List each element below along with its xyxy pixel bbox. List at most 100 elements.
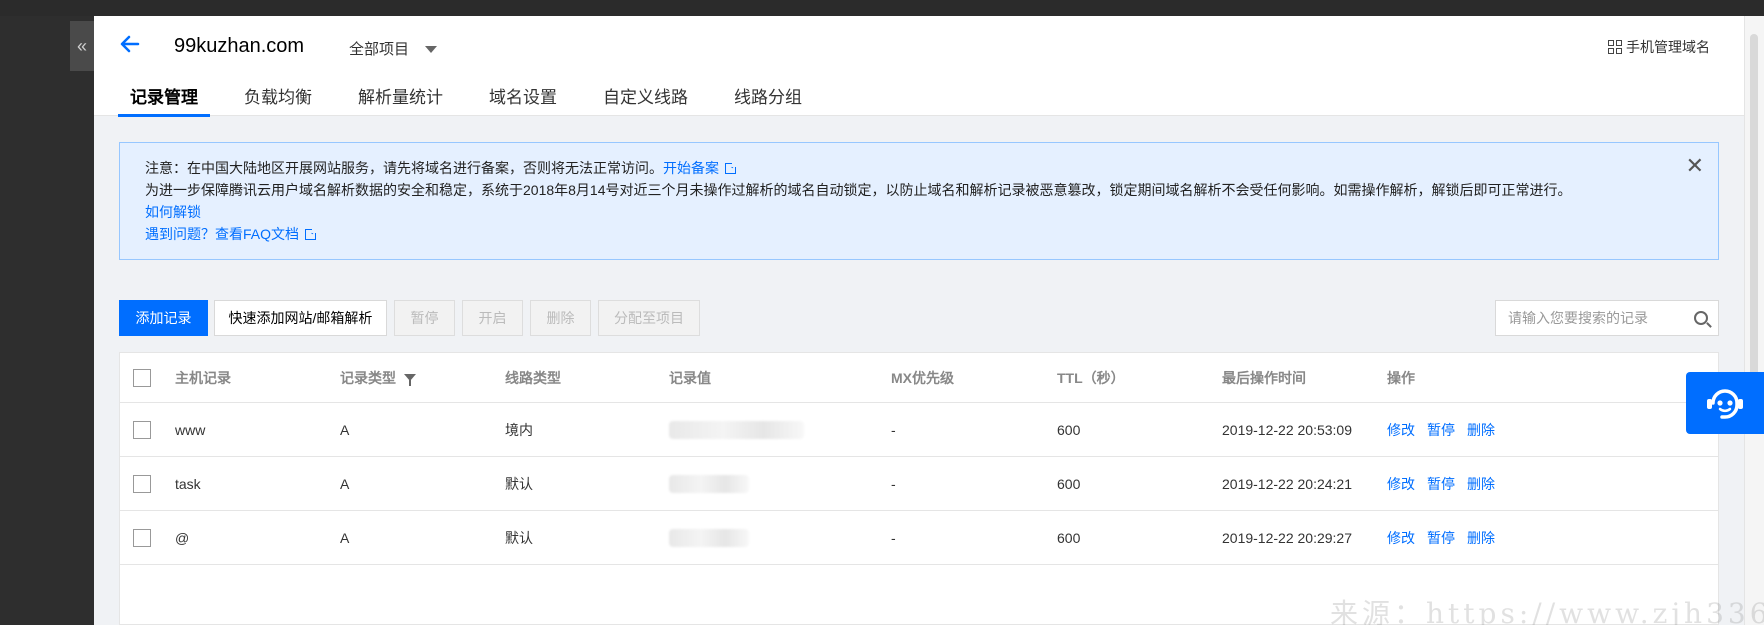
cell-mx: - [891, 529, 896, 546]
blurred-value [669, 528, 749, 547]
top-bar [0, 0, 1764, 16]
col-value: 记录值 [669, 369, 711, 386]
cell-line: 默认 [505, 475, 533, 492]
cell-type: A [340, 475, 350, 492]
cell-time: 2019-12-22 20:29:27 [1222, 529, 1352, 546]
delete-link[interactable]: 删除 [1467, 528, 1495, 548]
pause-button[interactable]: 暂停 [394, 300, 455, 336]
cell-value [669, 457, 749, 510]
delete-link[interactable]: 删除 [1467, 420, 1495, 440]
left-sidebar [0, 16, 94, 625]
filter-icon[interactable] [404, 374, 416, 386]
col-type-label: 记录类型 [340, 369, 396, 386]
delete-button[interactable]: 删除 [530, 300, 591, 336]
quick-add-button[interactable]: 快速添加网站/邮箱解析 [214, 300, 387, 336]
notice-text-1: 注意：在中国大陆地区开展网站服务，请先将域名进行备案，否则将无法正常访问。 [145, 160, 663, 176]
cell-ops: 修改 暂停 删除 [1387, 403, 1495, 456]
cell-type: A [340, 421, 350, 438]
cell-time: 2019-12-22 20:24:21 [1222, 475, 1352, 492]
col-line: 线路类型 [505, 369, 561, 386]
tab-custom-line[interactable]: 自定义线路 [591, 84, 700, 116]
table-row: www A 境内 - 600 2019-12-22 20:53:09 修改 暂停… [120, 403, 1718, 457]
cell-host: @ [175, 529, 190, 546]
row-checkbox[interactable] [133, 528, 151, 547]
pause-link[interactable]: 暂停 [1427, 420, 1455, 440]
tab-load-balance[interactable]: 负载均衡 [232, 84, 324, 116]
edit-link[interactable]: 修改 [1387, 474, 1415, 494]
delete-link[interactable]: 删除 [1467, 474, 1495, 494]
page-header: 99kuzhan.com 全部项目 手机管理域名 记录管理 负载均衡 解析量统计… [94, 16, 1744, 117]
blurred-value [669, 474, 749, 493]
add-record-button[interactable]: 添加记录 [119, 300, 208, 336]
notice-line-2: 为进一步保障腾讯云用户域名解析数据的安全和稳定，系统于2018年8月14号对近三… [145, 182, 1572, 198]
cell-host: task [175, 475, 201, 492]
cell-time: 2019-12-22 20:53:09 [1222, 421, 1352, 438]
cell-host: www [175, 421, 206, 438]
cell-type: A [340, 529, 350, 546]
table-header: 主机记录 记录类型 线路类型 记录值 MX优先级 TTL（秒） 最后操作时间 操… [120, 353, 1718, 403]
cell-value [669, 403, 804, 456]
cell-line: 境内 [505, 421, 533, 438]
tab-line-group[interactable]: 线路分组 [722, 84, 814, 116]
robot-face-icon [1707, 389, 1743, 419]
mobile-manage-link[interactable]: 手机管理域名 [1608, 37, 1710, 57]
collapse-sidebar-button[interactable]: « [70, 21, 94, 71]
row-checkbox[interactable] [133, 420, 151, 439]
notice-banner: 注意：在中国大陆地区开展网站服务，请先将域名进行备案，否则将无法正常访问。开始备… [119, 142, 1719, 260]
project-label: 全部项目 [349, 41, 410, 58]
table-row: task A 默认 - 600 2019-12-22 20:24:21 修改 暂… [120, 457, 1718, 511]
how-to-unlock-link[interactable]: 如何解锁 [145, 204, 201, 220]
row-checkbox[interactable] [133, 474, 151, 493]
qrcode-icon [1608, 40, 1622, 54]
col-mx: MX优先级 [891, 369, 954, 386]
tab-query-stats[interactable]: 解析量统计 [346, 84, 455, 116]
edit-link[interactable]: 修改 [1387, 420, 1415, 440]
cell-mx: - [891, 475, 896, 492]
tab-record-manage[interactable]: 记录管理 [118, 84, 210, 117]
chevron-down-icon [425, 46, 438, 53]
col-type: 记录类型 [340, 353, 416, 402]
faq-link[interactable]: 遇到问题？查看FAQ文档 [145, 226, 299, 242]
tab-bar: 记录管理 负载均衡 解析量统计 域名设置 自定义线路 线路分组 [118, 84, 836, 117]
cell-ttl: 600 [1057, 475, 1081, 492]
edit-link[interactable]: 修改 [1387, 528, 1415, 548]
select-all-checkbox[interactable] [133, 368, 151, 387]
pause-link[interactable]: 暂停 [1427, 474, 1455, 494]
search-icon[interactable] [1694, 311, 1708, 325]
cell-ttl: 600 [1057, 421, 1081, 438]
external-link-icon [725, 155, 739, 177]
col-time: 最后操作时间 [1222, 369, 1306, 386]
enable-button[interactable]: 开启 [462, 300, 523, 336]
col-ops: 操作 [1387, 369, 1415, 386]
mobile-manage-label: 手机管理域名 [1626, 39, 1710, 55]
col-ttl: TTL（秒） [1057, 369, 1125, 386]
external-link-icon [305, 221, 319, 243]
back-arrow-icon[interactable] [118, 32, 142, 56]
project-select[interactable]: 全部项目 [349, 38, 438, 59]
cell-line: 默认 [505, 529, 533, 546]
col-host: 主机记录 [175, 369, 231, 386]
search-box [1495, 300, 1719, 336]
cell-ttl: 600 [1057, 529, 1081, 546]
notice-line-1: 注意：在中国大陆地区开展网站服务，请先将域名进行备案，否则将无法正常访问。开始备… [145, 155, 1694, 179]
table-row: @ A 默认 - 600 2019-12-22 20:29:27 修改 暂停 删… [120, 511, 1718, 565]
domain-title: 99kuzhan.com [174, 35, 305, 57]
close-icon[interactable]: ✕ [1686, 155, 1704, 177]
assign-project-button[interactable]: 分配至项目 [598, 300, 700, 336]
cell-ops: 修改 暂停 删除 [1387, 511, 1495, 564]
scrollbar[interactable] [1744, 16, 1764, 625]
main-content: 99kuzhan.com 全部项目 手机管理域名 记录管理 负载均衡 解析量统计… [94, 16, 1744, 625]
record-table: 主机记录 记录类型 线路类型 记录值 MX优先级 TTL（秒） 最后操作时间 操… [119, 352, 1719, 625]
pause-link[interactable]: 暂停 [1427, 528, 1455, 548]
tab-domain-settings[interactable]: 域名设置 [477, 84, 569, 116]
toolbar: 添加记录 快速添加网站/邮箱解析 暂停 开启 删除 分配至项目 [119, 300, 1719, 336]
cell-value [669, 511, 749, 564]
blurred-value [669, 420, 804, 439]
start-filing-link[interactable]: 开始备案 [663, 160, 719, 176]
scrollbar-thumb[interactable] [1750, 34, 1758, 384]
watermark: 来源：https://www.zjh336.cn [1330, 597, 1764, 625]
search-input[interactable] [1496, 301, 1676, 335]
cell-ops: 修改 暂停 删除 [1387, 457, 1495, 510]
cell-mx: - [891, 421, 896, 438]
customer-service-button[interactable] [1686, 372, 1764, 434]
